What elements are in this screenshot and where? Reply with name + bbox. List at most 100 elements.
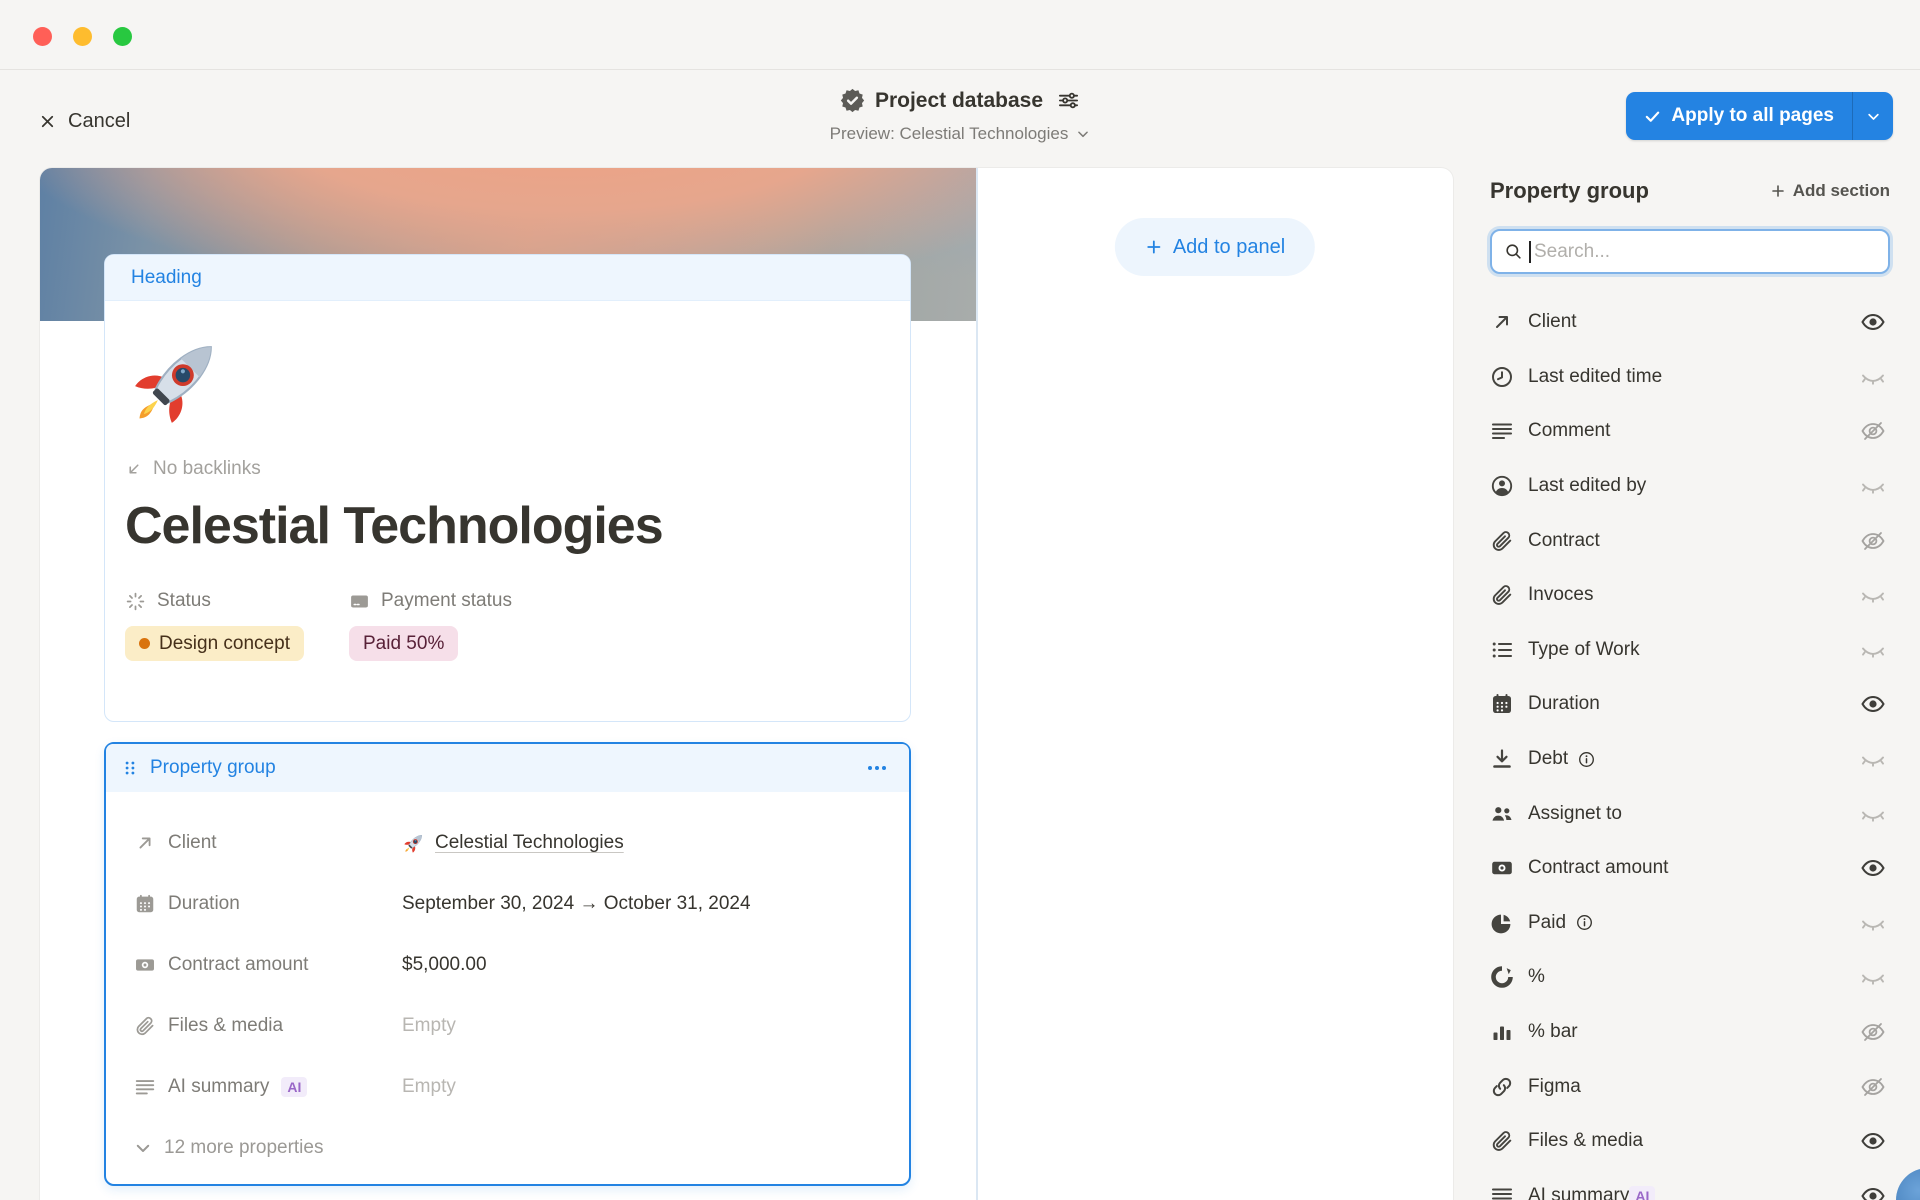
calendar-icon	[134, 893, 156, 915]
property-label: Duration	[168, 893, 240, 915]
heading-section-card[interactable]: Heading No backlinks Celestial Technolog…	[104, 254, 911, 722]
eye-visible-icon[interactable]	[1860, 1183, 1886, 1200]
property-item-last-edited-by[interactable]: Last edited by	[1490, 459, 1890, 514]
traffic-light-close[interactable]	[33, 27, 52, 46]
eye-closed-icon[interactable]	[1860, 964, 1886, 990]
eye-hidden-icon[interactable]	[1860, 1074, 1886, 1100]
property-label: Client	[168, 832, 217, 854]
eye-closed-icon[interactable]	[1860, 746, 1886, 772]
eye-hidden-icon[interactable]	[1860, 418, 1886, 444]
bar-chart-icon	[1490, 1020, 1514, 1044]
eye-visible-icon[interactable]	[1860, 309, 1886, 335]
property-item-client[interactable]: Client	[1490, 295, 1890, 350]
apply-options-button[interactable]	[1853, 92, 1893, 140]
apply-button[interactable]: Apply to all pages	[1626, 92, 1852, 140]
credit-card-icon	[349, 591, 370, 612]
corner-scroll-button[interactable]	[1896, 1168, 1920, 1200]
property-row-client[interactable]: Client Celestial Technologies	[106, 812, 909, 873]
clock-icon	[1490, 365, 1514, 389]
property-item-label: Comment	[1528, 420, 1610, 442]
link-icon	[1490, 1075, 1514, 1099]
arrow-down-left-icon	[125, 460, 143, 478]
client-link[interactable]: Celestial Technologies	[435, 832, 624, 854]
drag-handle-icon[interactable]	[120, 758, 140, 778]
property-group-strip[interactable]: Property group	[106, 744, 909, 792]
eye-closed-icon[interactable]	[1860, 473, 1886, 499]
eye-closed-icon[interactable]	[1860, 582, 1886, 608]
eye-hidden-icon[interactable]	[1860, 528, 1886, 554]
calendar-icon	[1490, 692, 1514, 716]
eye-closed-icon[interactable]	[1860, 910, 1886, 936]
payment-status-property[interactable]: Payment status Paid 50%	[349, 590, 512, 661]
payment-value-pill[interactable]: Paid 50%	[349, 626, 458, 661]
donut-chart-icon	[1490, 965, 1514, 989]
page-title: Celestial Technologies	[125, 496, 886, 556]
eye-visible-icon[interactable]	[1860, 691, 1886, 717]
eye-hidden-icon[interactable]	[1860, 1019, 1886, 1045]
text-lines-icon	[1490, 419, 1514, 443]
page-icon-rocket[interactable]	[125, 329, 229, 433]
property-item-invoces[interactable]: Invoces	[1490, 568, 1890, 623]
payment-status-label: Payment status	[381, 590, 512, 612]
property-row-ai-summary[interactable]: AI summary AI Empty	[106, 1056, 909, 1117]
traffic-light-minimize[interactable]	[73, 27, 92, 46]
bulleted-list-icon	[1490, 638, 1514, 662]
property-item-contract-amount[interactable]: Contract amount	[1490, 841, 1890, 896]
banknote-icon	[134, 954, 156, 976]
eye-closed-icon[interactable]	[1860, 637, 1886, 663]
property-item-label: Contract	[1528, 530, 1600, 552]
property-item-type-of-work[interactable]: Type of Work	[1490, 623, 1890, 678]
property-item-label: Contract amount	[1528, 857, 1668, 879]
contract-amount-value: $5,000.00	[402, 954, 487, 976]
property-row-contract-amount[interactable]: Contract amount $5,000.00	[106, 934, 909, 995]
property-item-last-edited-time[interactable]: Last edited time	[1490, 350, 1890, 405]
backlinks-label: No backlinks	[153, 458, 261, 480]
search-input[interactable]	[1534, 241, 1888, 263]
status-property[interactable]: Status Design concept	[125, 590, 349, 661]
section-menu-icon[interactable]	[865, 756, 889, 780]
property-item-percent[interactable]: %	[1490, 950, 1890, 1005]
property-item-figma[interactable]: Figma	[1490, 1059, 1890, 1114]
property-row-files-media[interactable]: Files & media Empty	[106, 995, 909, 1056]
status-label: Status	[157, 590, 211, 612]
layout-settings-icon[interactable]	[1057, 89, 1080, 112]
chevron-down-icon	[134, 1139, 152, 1157]
add-to-panel-button[interactable]: Add to panel	[1115, 218, 1315, 276]
property-list: Client Last edited time Comment Last edi…	[1490, 295, 1890, 1200]
property-item-assignet-to[interactable]: Assignet to	[1490, 786, 1890, 841]
property-item-ai-summary[interactable]: AI summary AI	[1490, 1169, 1890, 1200]
info-icon	[1577, 750, 1596, 769]
add-section-button[interactable]: Add section	[1770, 181, 1890, 201]
status-value-pill[interactable]: Design concept	[125, 626, 304, 661]
eye-closed-icon[interactable]	[1860, 364, 1886, 390]
property-row-duration[interactable]: Duration September 30, 2024 → October 31…	[106, 873, 909, 934]
eye-visible-icon[interactable]	[1860, 1128, 1886, 1154]
plus-icon	[1145, 238, 1163, 256]
property-item-comment[interactable]: Comment	[1490, 404, 1890, 459]
property-item-contract[interactable]: Contract	[1490, 513, 1890, 568]
property-item-percent-bar[interactable]: % bar	[1490, 1005, 1890, 1060]
property-item-duration[interactable]: Duration	[1490, 677, 1890, 732]
add-section-label: Add section	[1793, 181, 1890, 201]
property-item-label: Client	[1528, 311, 1577, 333]
property-group-section-card[interactable]: Property group Client Celestial Technolo…	[104, 742, 911, 1186]
empty-value: Empty	[402, 1015, 456, 1037]
property-item-label: Files & media	[1528, 1130, 1643, 1152]
banknote-icon	[1490, 856, 1514, 880]
property-item-files-media[interactable]: Files & media	[1490, 1114, 1890, 1169]
traffic-light-zoom[interactable]	[113, 27, 132, 46]
more-properties-toggle[interactable]: 12 more properties	[106, 1117, 909, 1178]
download-icon	[1490, 747, 1514, 771]
property-item-debt[interactable]: Debt	[1490, 732, 1890, 787]
property-group-sidebar: Property group Add section Client Last e…	[1490, 178, 1890, 1200]
property-item-paid[interactable]: Paid	[1490, 896, 1890, 951]
property-search[interactable]	[1490, 229, 1890, 274]
eye-closed-icon[interactable]	[1860, 801, 1886, 827]
info-icon	[1575, 913, 1594, 932]
heading-section-strip[interactable]: Heading	[105, 255, 910, 301]
paperclip-icon	[1490, 529, 1514, 553]
eye-visible-icon[interactable]	[1860, 855, 1886, 881]
backlinks-row[interactable]: No backlinks	[125, 458, 886, 480]
status-value: Design concept	[159, 633, 290, 655]
ai-badge: AI	[1629, 1186, 1655, 1200]
